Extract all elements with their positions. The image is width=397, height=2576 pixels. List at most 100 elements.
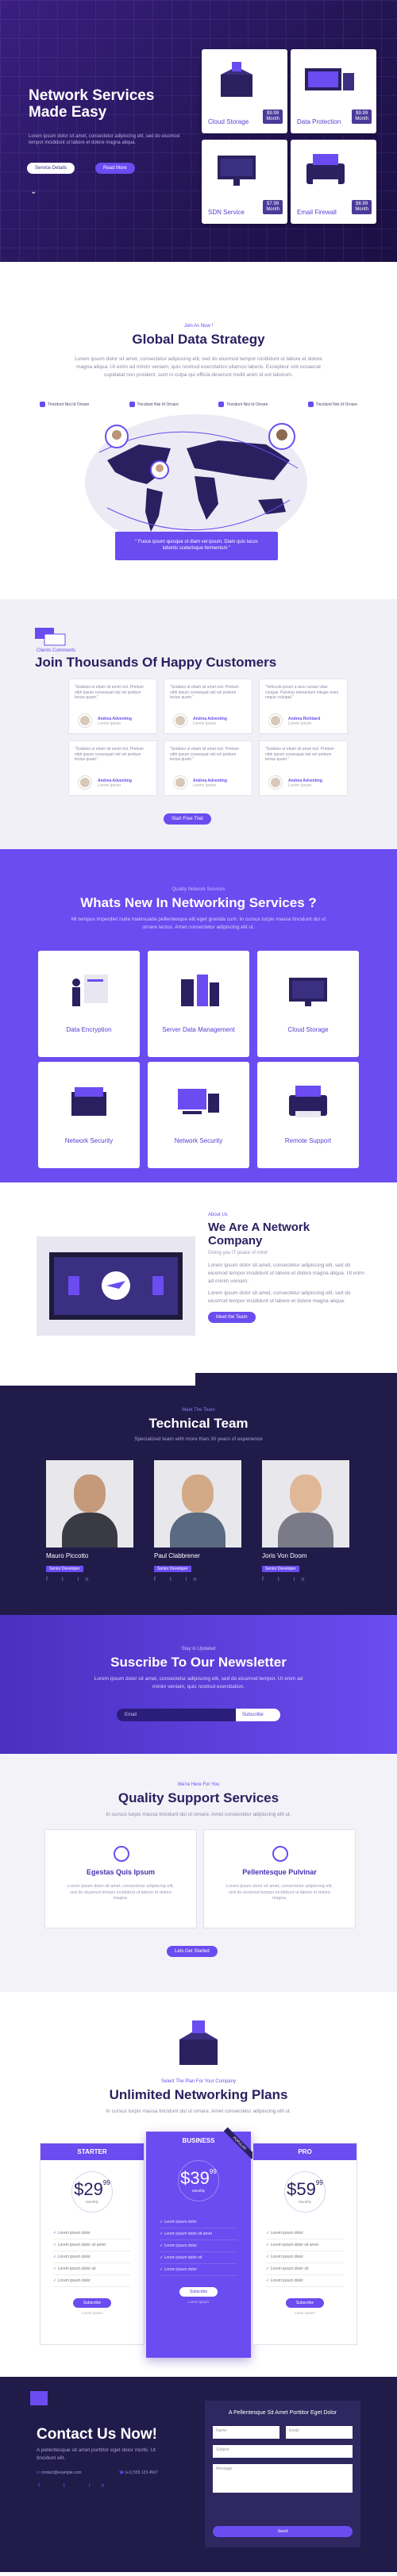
contact-phone[interactable]: ☎ (+1) 555 123 4567 <box>119 2470 158 2475</box>
member-photo <box>154 1460 241 1548</box>
send-button[interactable]: Send <box>213 2526 353 2537</box>
name-field[interactable]: Name <box>213 2426 279 2439</box>
hero-card-title: Email Firewall <box>297 209 337 216</box>
server-phone-icon <box>181 975 219 1006</box>
grid-icon <box>218 402 225 407</box>
service-details-button[interactable]: Service Details <box>27 163 75 174</box>
hero-card-sdn-service[interactable]: SDN Service $7.99 Month <box>202 140 287 224</box>
subscribe-button[interactable]: Subscribe <box>179 2287 218 2297</box>
section-label: We're Here For You <box>177 1782 220 1787</box>
feature-item: Tincidunt Nisi Id Ornare <box>218 402 268 407</box>
member-name: Joris Von Doom <box>262 1552 307 1559</box>
service-card-server-data-management[interactable]: Server Data Management <box>148 951 249 1057</box>
subject-field[interactable]: Subject <box>213 2445 353 2458</box>
hero-card-cloud-storage[interactable]: Cloud Storage $9.99 Month <box>202 49 287 133</box>
section-label: Stay in Updated <box>181 1647 216 1651</box>
testimonial-card: "Sodales ut etiam sit amet nisl. Pretium… <box>164 679 252 734</box>
subscribe-button[interactable]: Subscribe <box>73 2298 111 2308</box>
hero-card-data-protection[interactable]: Data Protection $9.99 Month <box>291 49 376 133</box>
form-title: A Pellentesque Sit Amet Porttitor Eget D… <box>228 2410 337 2416</box>
contact-section: Contact Us Now! A pellentesque sit amet … <box>0 2377 397 2572</box>
printer-icon <box>289 1086 327 1117</box>
plan-price: $3999 Monthly <box>147 2160 250 2205</box>
service-card-cloud-storage[interactable]: Cloud Storage <box>257 951 359 1057</box>
section-title: Technical Team <box>148 1416 249 1431</box>
chevron-down-icon[interactable]: ⌄ <box>30 187 37 196</box>
feature-item: Tincidunt Nisi Id Ornare <box>40 402 89 407</box>
about-image-overhang <box>0 1373 195 1386</box>
contact-title: Contact Us Now! <box>37 2426 157 2443</box>
hero-card-price: $9.99 Month <box>352 110 372 124</box>
subscribe-button[interactable]: Subscribe <box>236 1709 280 1721</box>
section-title: Global Data Strategy <box>132 332 265 347</box>
service-card-title: Remote Support <box>284 1137 332 1144</box>
support-card[interactable]: Pellentesque Pulvinar Lorem ipsum dolor … <box>203 1829 356 1928</box>
hero-card-email-firewall[interactable]: Email Firewall $6.99 Month <box>291 140 376 224</box>
message-field[interactable]: Message <box>213 2464 353 2493</box>
pricing-card-business: POPULAR BUSINESS $3999Monthly Lorem ipsu… <box>146 2127 256 2358</box>
testimonial-card: "Sodales ut etiam sit amet nisl. Pretium… <box>68 679 157 734</box>
start-free-trial-button[interactable]: Start Free Trial <box>164 813 211 825</box>
phone-icon: ☎ <box>119 2470 125 2475</box>
about-illustration <box>37 1236 195 1336</box>
meet-team-button[interactable]: Meet the Team <box>208 1311 256 1323</box>
service-card-title: Network Security <box>174 1137 223 1144</box>
email-field[interactable]: Email <box>286 2426 353 2439</box>
hero-card-title: SDN Service <box>208 209 245 216</box>
about-text: About Us We Are A Network Company Giving… <box>208 1213 367 1323</box>
section-title: Join Thousands Of Happy Customers <box>35 655 277 670</box>
section-label: Meet The Team <box>182 1408 215 1413</box>
testimonial-card: "Sodales ut etiam sit amet nisl. Pretium… <box>68 740 157 796</box>
section-description: In cursus turpis massa tincidunt dui ut … <box>106 2109 291 2114</box>
plan-name: STARTER <box>40 2143 144 2160</box>
service-card-title: Cloud Storage <box>287 1026 329 1033</box>
plan-note: Lorem ipsum <box>187 2300 209 2304</box>
feature-item: Tincidunt Nisi Id Ornare <box>307 402 357 407</box>
section-title: Unlimited Networking Plans <box>109 2087 288 2102</box>
avatar <box>79 776 91 789</box>
services-section: Quality Network Services Whats New In Ne… <box>0 849 397 1182</box>
team-member-card[interactable]: Joris Von Doom Senior Developer f t in <box>262 1460 349 1582</box>
hero-section: Network Services Made Easy Lorem ipsum d… <box>0 0 397 262</box>
member-photo <box>262 1460 349 1548</box>
quote-box: " Fusce ipsum quisque ut diam vel ipsum.… <box>115 532 278 560</box>
section-subtitle: Giving you IT peace of mind <box>208 1251 268 1255</box>
devices-icon <box>305 68 354 90</box>
team-member-card[interactable]: Paul Clabbrener Senior Developer f t in <box>154 1460 241 1582</box>
service-card-network-security[interactable]: Network Security <box>38 1062 140 1168</box>
section-label: About Us <box>208 1213 228 1217</box>
avatar <box>79 714 91 727</box>
social-icons[interactable]: f t in <box>46 1577 133 1582</box>
support-card[interactable]: Egestas Quis Ipsum Lorem ipsum dolor sit… <box>44 1829 197 1928</box>
support-card-title: Egestas Quis Ipsum <box>86 1868 156 1876</box>
contact-email[interactable]: ✉ contact@example.com <box>37 2470 82 2475</box>
email-input[interactable]: Email <box>117 1709 236 1721</box>
section-label: Select The Plan For Your Company <box>161 2079 236 2084</box>
hero-title: Network Services Made Easy <box>29 87 155 121</box>
social-icons[interactable]: f t in <box>154 1577 241 1582</box>
logo-square <box>30 2391 48 2405</box>
team-section: Meet The Team Technical Team Specialized… <box>0 1373 397 1615</box>
section-title: Quality Support Services <box>118 1790 279 1805</box>
section-label: Clients Comments <box>37 648 76 653</box>
global-data-section: Join As Now ! Global Data Strategy Lorem… <box>0 262 397 599</box>
social-icons[interactable]: f t in <box>38 2483 115 2489</box>
section-description: Lorem ipsum dolor sit amet, consectetur … <box>94 1676 303 1690</box>
hero-card-title: Cloud Storage <box>208 118 249 125</box>
team-member-card[interactable]: Mauro Piccotto Senior Developer f t in <box>46 1460 133 1582</box>
service-card-data-encryption[interactable]: Data Encryption <box>38 951 140 1057</box>
pricing-card-pro: PRO $5999Monthly Lorem ipsum dolorLorem … <box>252 2143 357 2345</box>
service-card-network-security-2[interactable]: Network Security <box>148 1062 249 1168</box>
social-icons[interactable]: f t in <box>262 1577 349 1582</box>
service-card-remote-support[interactable]: Remote Support <box>257 1062 359 1168</box>
mail-icon <box>307 402 314 407</box>
subscribe-button[interactable]: Subscribe <box>286 2298 324 2308</box>
member-name: Mauro Piccotto <box>46 1552 89 1559</box>
member-role: Senior Developer <box>262 1566 299 1572</box>
get-started-button[interactable]: Lets Get Started <box>167 1946 218 1957</box>
read-more-button[interactable]: Read More <box>95 163 135 174</box>
support-card-title: Pellentesque Pulvinar <box>242 1868 317 1876</box>
person-board-icon <box>72 975 108 1006</box>
hero-card-price: $7.99 Month <box>263 200 283 214</box>
section-title: We Are A Network Company <box>208 1221 310 1248</box>
